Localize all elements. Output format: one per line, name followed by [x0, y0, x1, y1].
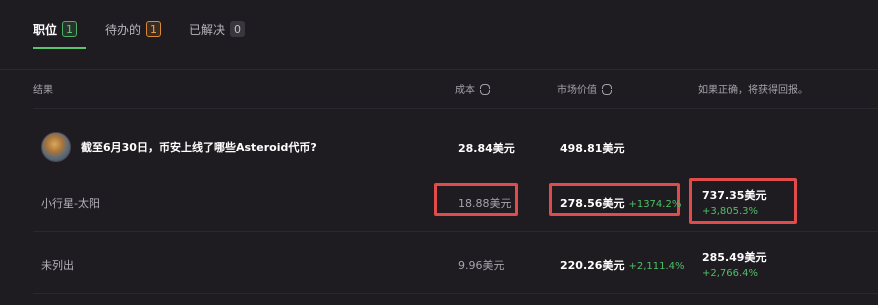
payout-amount: 737.35美元	[702, 189, 767, 202]
sort-icon[interactable]	[479, 83, 490, 95]
tabs-divider	[0, 69, 878, 70]
market-value-amount: 220.26美元	[560, 259, 625, 272]
market-question[interactable]: 截至6月30日，币安上线了哪些Asteroid代币?	[81, 139, 317, 155]
tab-positions-label: 职位	[33, 22, 58, 37]
market-value-change: +2,111.4%	[628, 261, 685, 272]
outcome-cost: 18.88美元	[458, 197, 512, 210]
position-tabs: 职位 1 待办的 1 已解决 0	[33, 19, 273, 39]
outcome-market-value: 278.56美元 +1374.2%	[560, 195, 681, 211]
column-header-payout: 如果正确，将获得回报。	[698, 81, 808, 96]
column-header-cost[interactable]: 成本	[455, 81, 490, 96]
tab-positions-count: 1	[62, 21, 78, 37]
tab-positions[interactable]: 职位 1	[33, 19, 78, 39]
market-value-amount: 278.56美元	[560, 197, 625, 210]
column-header-outcome: 结果	[33, 81, 53, 96]
column-header-market-value-label: 市场价值	[557, 85, 597, 96]
market-avatar	[41, 132, 71, 162]
outcome-name: 未列出	[41, 259, 74, 272]
market-value-change: +1374.2%	[628, 199, 682, 210]
row-divider	[33, 231, 878, 232]
outcome-name: 小行星-太阳	[41, 197, 100, 210]
column-header-market-value[interactable]: 市场价值	[557, 81, 612, 96]
tab-resolved-label: 已解决	[189, 22, 226, 37]
tab-resolved[interactable]: 已解决 0	[189, 19, 246, 39]
tab-pending-count: 1	[146, 21, 162, 37]
row-divider	[33, 293, 878, 294]
active-tab-indicator	[33, 47, 86, 49]
outcome-cost: 9.96美元	[458, 259, 505, 272]
outcome-market-value: 220.26美元 +2,111.4%	[560, 257, 685, 273]
column-header-outcome-label: 结果	[33, 85, 53, 96]
market-cost: 28.84美元	[458, 142, 515, 155]
tab-pending[interactable]: 待办的 1	[105, 19, 162, 39]
market-value: 498.81美元	[560, 142, 625, 155]
payout-amount: 285.49美元	[702, 251, 767, 264]
payout-change: +3,805.3%	[702, 206, 759, 217]
header-divider	[33, 108, 878, 109]
column-header-payout-label: 如果正确，将获得回报。	[698, 85, 808, 96]
outcome-payout: 285.49美元 +2,766.4%	[702, 249, 766, 279]
column-header-cost-label: 成本	[455, 85, 475, 96]
outcome-payout: 737.35美元 +3,805.3%	[702, 187, 766, 217]
tab-resolved-count: 0	[230, 21, 246, 37]
tab-pending-label: 待办的	[105, 22, 142, 37]
sort-icon[interactable]	[601, 83, 612, 95]
payout-change: +2,766.4%	[702, 268, 759, 279]
